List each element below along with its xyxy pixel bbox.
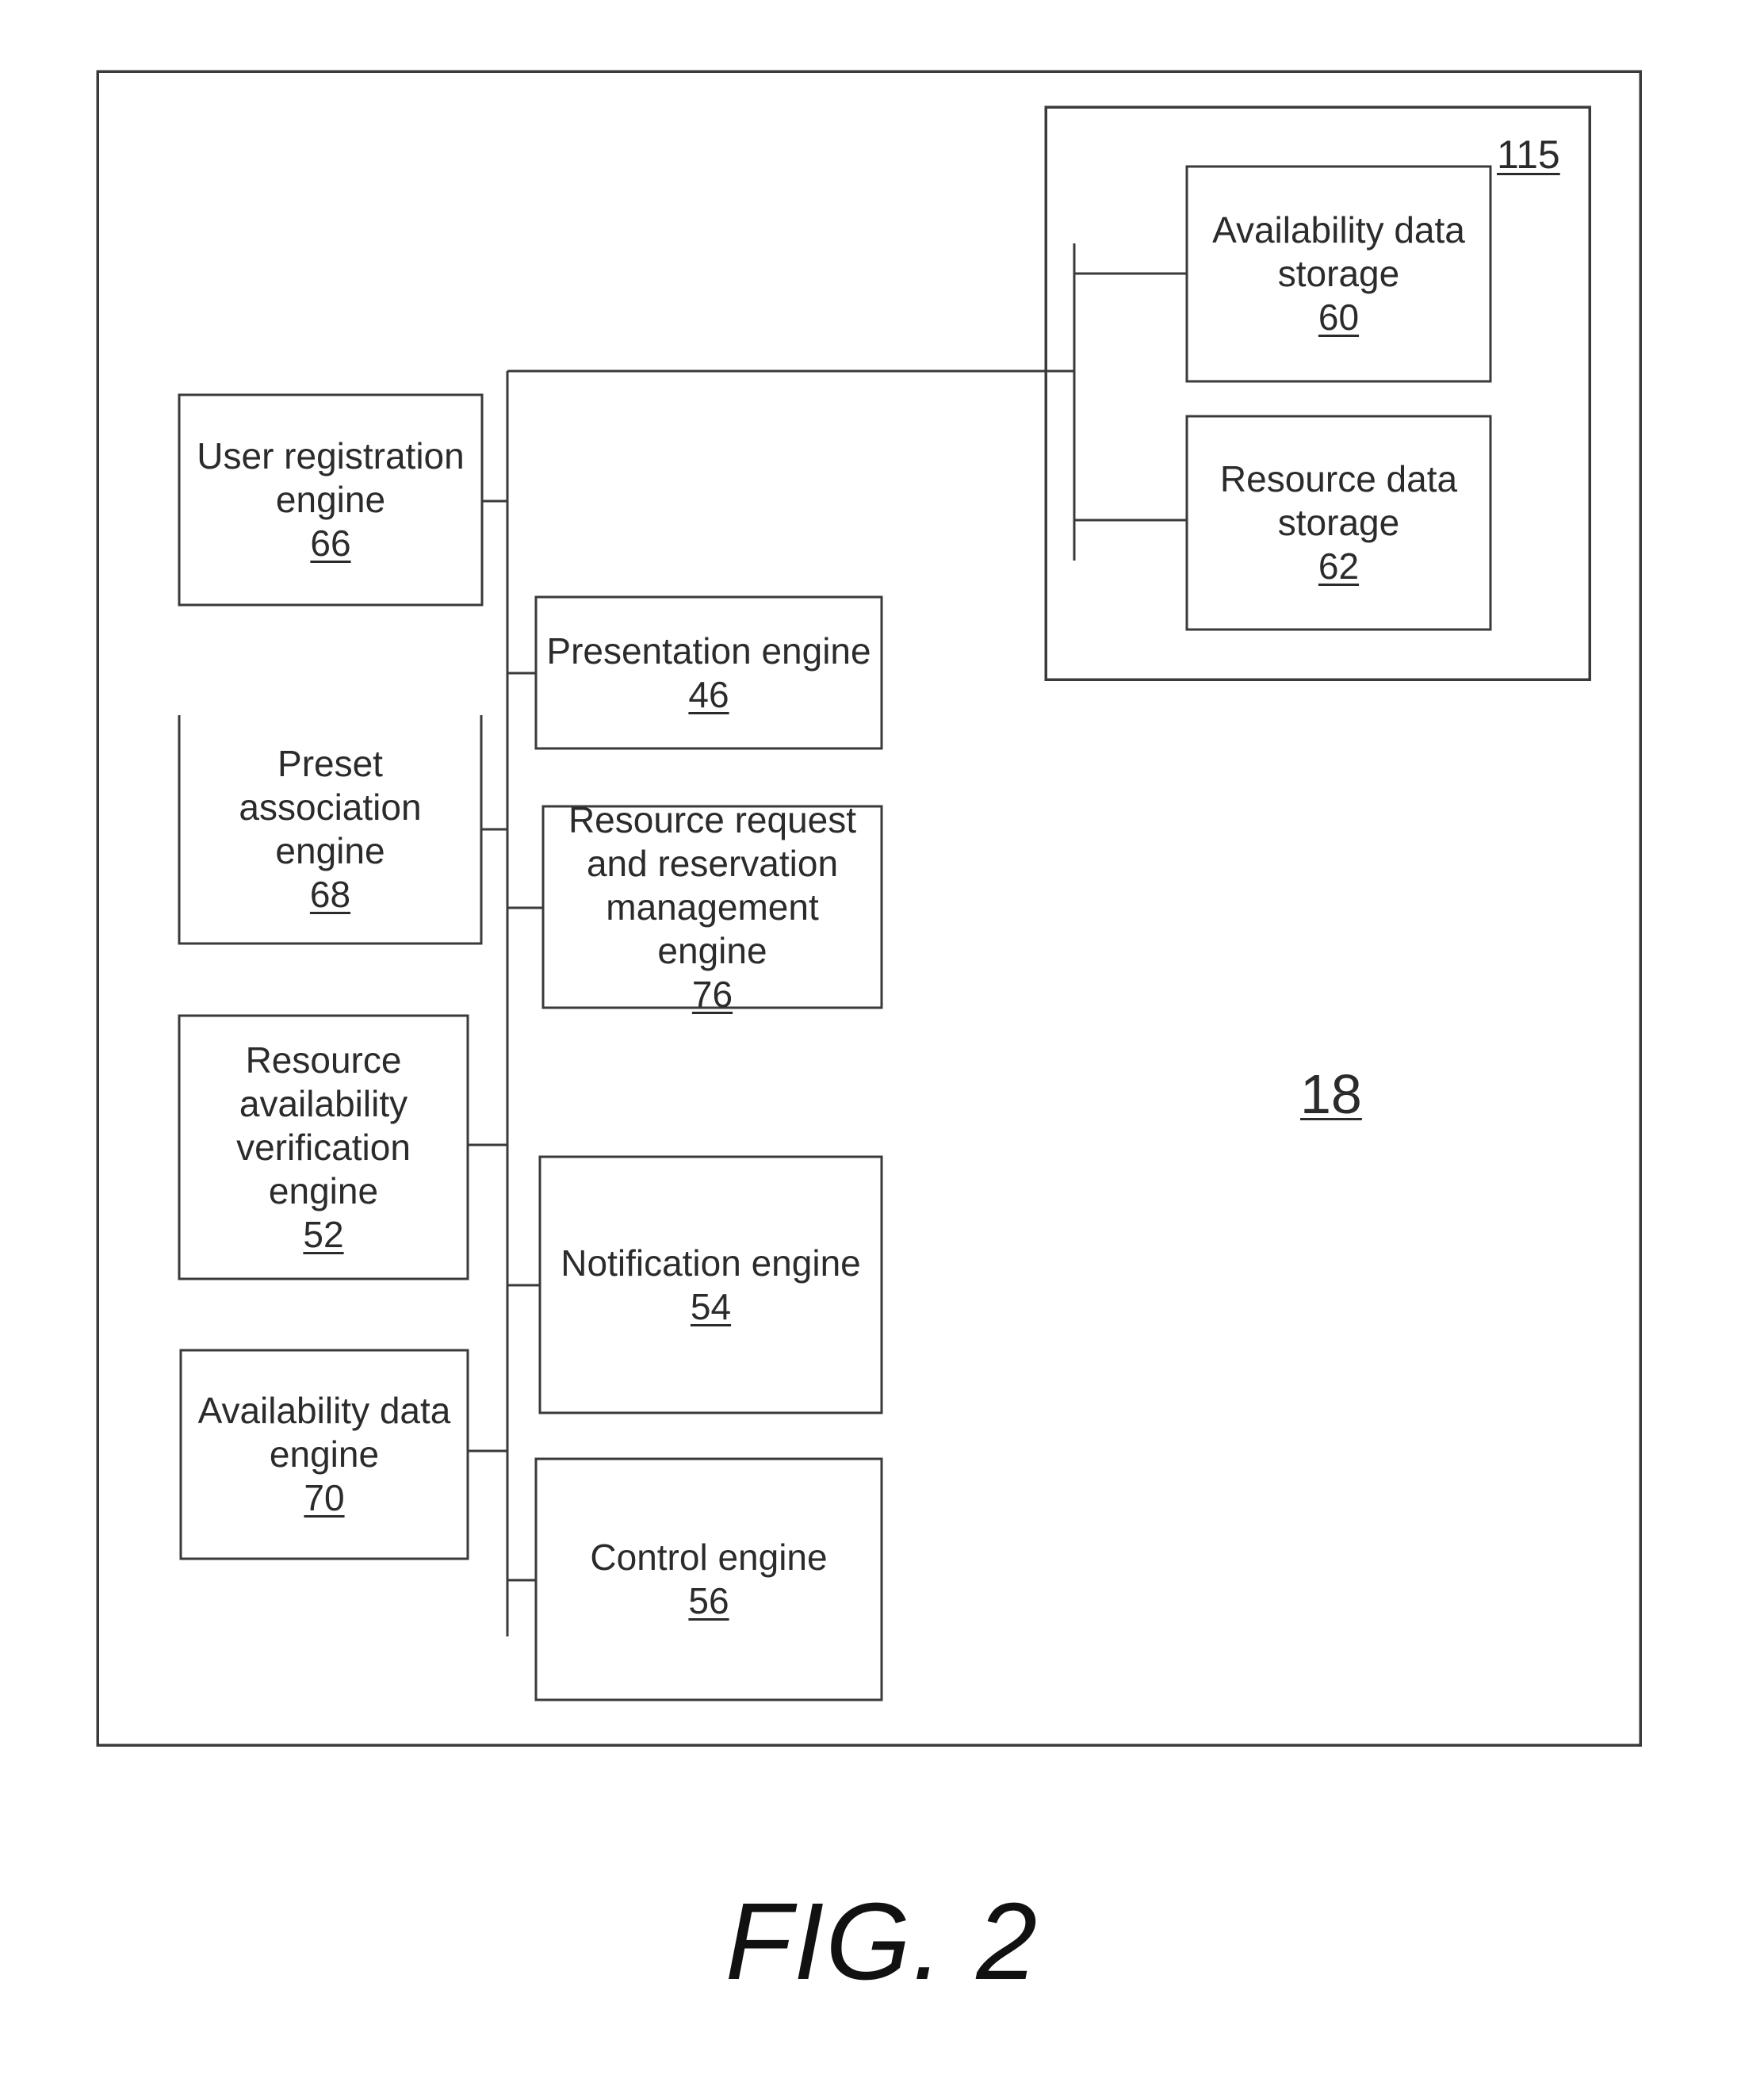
engine-ref: 56 (688, 1580, 729, 1621)
resource-data-storage: Resource data storage 62 (1187, 416, 1490, 630)
engine-name: Resource request and reservation managem… (568, 798, 857, 971)
engine-ref: 52 (303, 1213, 344, 1255)
user-registration-engine: User registration engine 66 (179, 395, 482, 605)
storage-ref: 60 (1318, 297, 1360, 338)
resource-request-reservation-engine: Resource request and reservation managem… (543, 799, 882, 1015)
engine-name: Presentation engine (546, 630, 871, 672)
engine-ref: 68 (309, 874, 351, 915)
engine-name: Notification engine (561, 1242, 861, 1284)
storage-group-ref-label: 115 (1497, 132, 1560, 177)
engine-ref: 70 (304, 1477, 345, 1518)
engine-name: Availability data engine (197, 1390, 451, 1475)
presentation-engine: Presentation engine 46 (536, 597, 882, 748)
engine-name: Resource availability verification engin… (236, 1039, 411, 1211)
figure-caption: FIG. 2 (725, 1881, 1039, 2003)
system-ref-label: 18 (1300, 1063, 1362, 1125)
storage-ref: 62 (1318, 545, 1360, 587)
availability-data-storage: Availability data storage 60 (1187, 166, 1490, 381)
preset-association-engine: Preset association engine 68 (179, 715, 481, 943)
engine-name: Control engine (590, 1537, 828, 1578)
engine-ref: 54 (690, 1285, 732, 1327)
engine-name: Preset association engine (239, 743, 422, 871)
engine-ref: 66 (310, 522, 351, 564)
availability-data-engine: Availability data engine 70 (181, 1350, 468, 1559)
notification-engine: Notification engine 54 (540, 1157, 882, 1413)
resource-availability-verification-engine: Resource availability verification engin… (179, 1016, 468, 1279)
engine-name: User registration engine (197, 435, 465, 520)
engine-ref: 46 (688, 673, 729, 715)
control-engine: Control engine 56 (536, 1459, 882, 1700)
storage-name: Resource data storage (1219, 458, 1458, 543)
engine-ref: 76 (691, 973, 733, 1015)
storage-name: Availability data storage (1212, 209, 1465, 294)
